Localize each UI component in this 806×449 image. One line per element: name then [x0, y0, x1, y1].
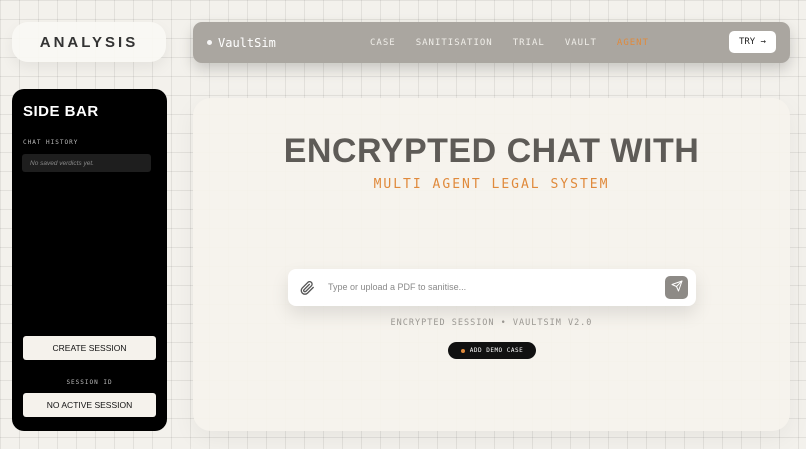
brand-title: ANALYSIS	[39, 33, 139, 51]
send-icon	[671, 280, 683, 295]
nav-link-agent[interactable]: AGENT	[617, 38, 649, 48]
try-button[interactable]: TRY →	[729, 31, 776, 53]
page-subtitle: MULTI AGENT LEGAL SYSTEM	[373, 177, 610, 192]
main-panel: ENCRYPTED CHAT WITH MULTI AGENT LEGAL SY…	[193, 98, 790, 431]
chat-input-bar	[288, 269, 696, 306]
chat-history-empty: No saved verdicts yet.	[22, 154, 151, 172]
add-demo-case-button[interactable]: ADD DEMO CASE	[448, 342, 536, 359]
page-title: ENCRYPTED CHAT WITH	[283, 132, 700, 170]
nav-links: CASE SANITISATION TRIAL VAULT AGENT	[370, 22, 649, 63]
sidebar: SIDE BAR CHAT HISTORY No saved verdicts …	[12, 89, 167, 431]
brand-logo: ANALYSIS	[12, 22, 166, 62]
sidebar-title: SIDE BAR	[23, 103, 99, 120]
session-status: ENCRYPTED SESSION • VAULTSIM V2.0	[390, 318, 593, 328]
session-id-label: SESSION ID	[66, 379, 113, 386]
create-session-button[interactable]: CREATE SESSION	[23, 336, 156, 360]
top-navbar: VaultSim CASE SANITISATION TRIAL VAULT A…	[193, 22, 790, 63]
logo-dot-icon	[207, 40, 212, 45]
nav-logo-text: VaultSim	[218, 35, 276, 50]
chat-history-label: CHAT HISTORY	[23, 139, 79, 146]
status-dot-icon	[460, 348, 465, 353]
nav-link-vault[interactable]: VAULT	[565, 38, 597, 48]
nav-link-trial[interactable]: TRIAL	[513, 38, 545, 48]
nav-logo[interactable]: VaultSim	[207, 22, 276, 63]
send-button[interactable]	[665, 276, 688, 299]
nav-link-sanitisation[interactable]: SANITISATION	[416, 38, 493, 48]
add-demo-case-label: ADD DEMO CASE	[469, 347, 524, 354]
chat-input[interactable]	[328, 277, 648, 297]
nav-link-case[interactable]: CASE	[370, 38, 396, 48]
paperclip-icon[interactable]	[299, 280, 315, 296]
session-id-value[interactable]: NO ACTIVE SESSION	[23, 393, 156, 417]
